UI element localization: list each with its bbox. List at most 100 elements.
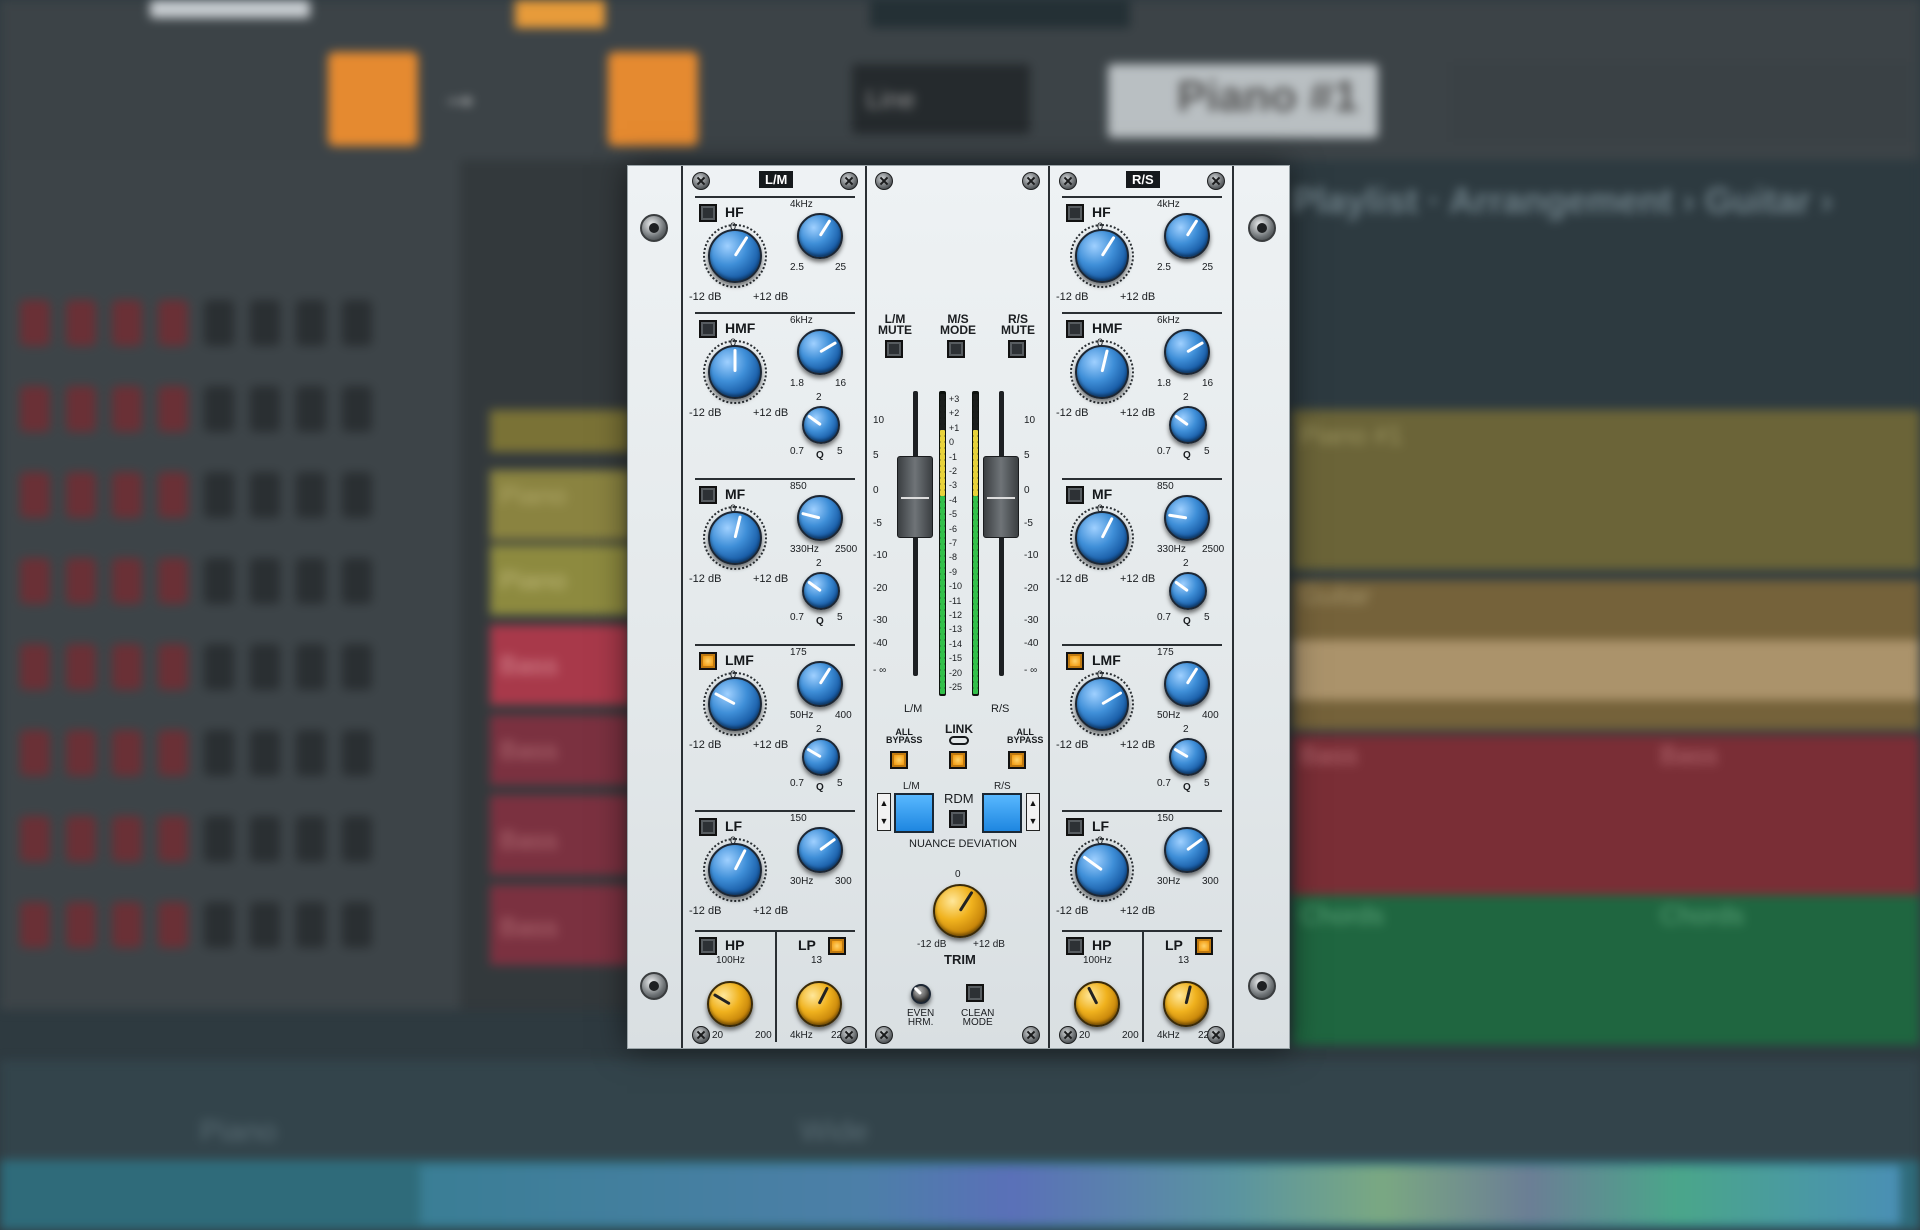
- hmf-enable-button[interactable]: [699, 320, 717, 338]
- hmf-gain-knob[interactable]: [1075, 345, 1129, 399]
- lmf-freq-knob[interactable]: [1164, 661, 1210, 707]
- hp-max-label: 200: [1122, 1030, 1139, 1041]
- step-pad: [204, 730, 234, 776]
- meter-scale-label: -7: [949, 538, 958, 548]
- rdm-button[interactable]: [949, 810, 967, 828]
- lmf-gain-knob[interactable]: [708, 677, 762, 731]
- step-pad: [296, 558, 326, 604]
- lf-gain-knob[interactable]: [1075, 843, 1129, 897]
- channel-display[interactable]: Piano #1: [1108, 64, 1378, 138]
- lp-freq-knob[interactable]: [1163, 981, 1209, 1027]
- lmf-gain-knob[interactable]: [1075, 677, 1129, 731]
- link-button[interactable]: [949, 751, 967, 769]
- lp-enable-button[interactable]: [1195, 937, 1213, 955]
- gain-min-label: -12 dB: [689, 291, 722, 303]
- step-pad: [20, 730, 50, 776]
- hp-enable-button[interactable]: [1066, 937, 1084, 955]
- meter-scale-label: -12: [949, 610, 963, 620]
- all-bypass-left-button[interactable]: [890, 751, 908, 769]
- step-pad: [296, 472, 326, 518]
- mf-gain-knob[interactable]: [1075, 511, 1129, 565]
- trim-knob[interactable]: [933, 884, 987, 938]
- meter-scale-label: -9: [949, 566, 958, 577]
- step-pad: [250, 386, 280, 432]
- toolbar-orange-button[interactable]: [328, 52, 418, 146]
- left-fader[interactable]: [897, 455, 933, 538]
- toolbar-link-button[interactable]: [608, 52, 698, 146]
- trim-label: TRIM: [944, 952, 976, 967]
- nuance-left-stepper[interactable]: ▲ ▼: [877, 793, 891, 831]
- hf-freq-knob[interactable]: [797, 213, 843, 259]
- all-bypass-right-button[interactable]: [1008, 751, 1026, 769]
- hf-enable-button[interactable]: [1066, 204, 1084, 222]
- hmf-q-knob[interactable]: [1169, 406, 1207, 444]
- lmf-q-knob[interactable]: [1169, 738, 1207, 776]
- gain-max-label: +12 dB: [1120, 573, 1156, 585]
- toolbar-arrow-icon[interactable]: →: [440, 70, 490, 120]
- rs-mute-button[interactable]: [1008, 340, 1026, 358]
- hmf-freq-knob[interactable]: [797, 329, 843, 375]
- lf-enable-button[interactable]: [699, 818, 717, 836]
- hmf-freq-knob[interactable]: [1164, 329, 1210, 375]
- q-min-label: 0.7: [1157, 612, 1171, 623]
- mf-enable-button[interactable]: [699, 486, 717, 504]
- lmf-q-knob[interactable]: [802, 738, 840, 776]
- meter-scale-label: -8: [949, 552, 958, 563]
- mf-enable-button[interactable]: [1066, 486, 1084, 504]
- lmf-enable-button[interactable]: [1066, 652, 1084, 670]
- knob-pointer: [733, 515, 742, 539]
- ms-mode-button[interactable]: [947, 340, 965, 358]
- mf-q-knob[interactable]: [1169, 572, 1207, 610]
- left-fader-label: L/M: [904, 703, 923, 715]
- hp-freq-knob[interactable]: [707, 981, 753, 1027]
- step-pad: [20, 902, 50, 948]
- q-label: Q: [1183, 450, 1191, 461]
- right-fader-label: R/S: [991, 703, 1010, 715]
- hmf-q-knob[interactable]: [802, 406, 840, 444]
- mf-q-knob[interactable]: [802, 572, 840, 610]
- mf-gain-knob[interactable]: [708, 511, 762, 565]
- clip-chords-2: Chords: [1660, 900, 1744, 930]
- hp-enable-button[interactable]: [699, 937, 717, 955]
- lf-label: LF: [1092, 818, 1110, 834]
- q-label: Q: [816, 782, 824, 793]
- eq-plugin-panel: L/M HF 0 -12 dB +12 dB 4kHz 2.5 25 HMF 0 -12 dB +12…: [627, 165, 1290, 1049]
- hf-freq-knob[interactable]: [1164, 213, 1210, 259]
- hf-gain-knob[interactable]: [1075, 229, 1129, 283]
- hf-gain-knob[interactable]: [708, 229, 762, 283]
- step-pad: [20, 386, 50, 432]
- step-pad: [20, 644, 50, 690]
- knob-pointer: [1167, 513, 1188, 520]
- hmf-gain-knob[interactable]: [708, 345, 762, 399]
- mode-select[interactable]: Line: [852, 64, 1030, 134]
- track-label-bass: Bass: [500, 650, 558, 680]
- lf-enable-button[interactable]: [1066, 818, 1084, 836]
- q-top-label: 2: [1183, 724, 1189, 735]
- mf-freq-knob[interactable]: [797, 495, 843, 541]
- lf-gain-knob[interactable]: [708, 843, 762, 897]
- knob-pointer: [1082, 855, 1103, 872]
- knob-pointer: [1100, 236, 1116, 257]
- clean-mode-button[interactable]: [966, 984, 984, 1002]
- hf-enable-button[interactable]: [699, 204, 717, 222]
- nuance-right-stepper[interactable]: ▲ ▼: [1026, 793, 1040, 831]
- lmf-freq-knob[interactable]: [797, 661, 843, 707]
- right-fader[interactable]: [983, 455, 1019, 538]
- hf-label: HF: [725, 204, 744, 220]
- step-pad: [112, 386, 142, 432]
- lmf-enable-button[interactable]: [699, 652, 717, 670]
- even-harmonics-knob[interactable]: [911, 984, 931, 1004]
- lf-freq-knob[interactable]: [797, 827, 843, 873]
- lp-freq-knob[interactable]: [796, 981, 842, 1027]
- step-pad: [296, 816, 326, 862]
- right-level-meter: [972, 391, 979, 696]
- lp-top-label: 13: [1178, 955, 1190, 966]
- hp-freq-knob[interactable]: [1074, 981, 1120, 1027]
- meter-segment: [973, 688, 978, 694]
- mf-freq-knob[interactable]: [1164, 495, 1210, 541]
- hmf-enable-button[interactable]: [1066, 320, 1084, 338]
- lm-mute-button[interactable]: [885, 340, 903, 358]
- lf-freq-knob[interactable]: [1164, 827, 1210, 873]
- lp-enable-button[interactable]: [828, 937, 846, 955]
- q-label: Q: [816, 450, 824, 461]
